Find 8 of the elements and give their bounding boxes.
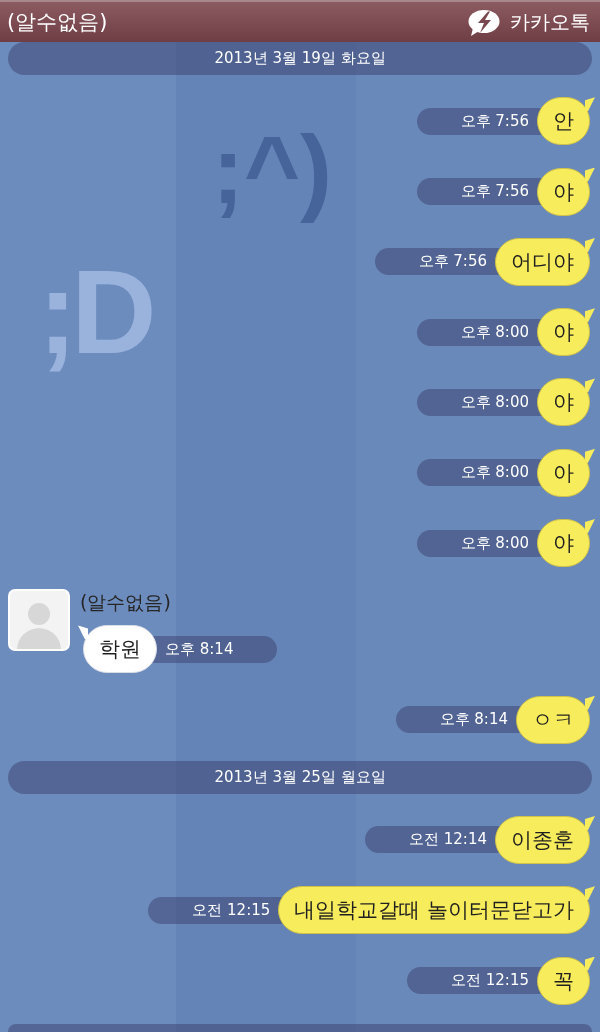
wallpaper-emoticon: ;^)	[211, 115, 333, 225]
sender-name: (알수없음)	[79, 590, 171, 616]
date-divider: 2013년 3월 19일 화요일	[8, 42, 592, 75]
chat-title: (알수없음)	[7, 9, 108, 36]
lightning-bubble-icon	[468, 8, 500, 36]
app-name: 카카오톡	[510, 8, 590, 36]
avatar-icon[interactable]	[8, 589, 70, 652]
date-divider: 2013년 3월 25일 월요일	[8, 760, 592, 794]
